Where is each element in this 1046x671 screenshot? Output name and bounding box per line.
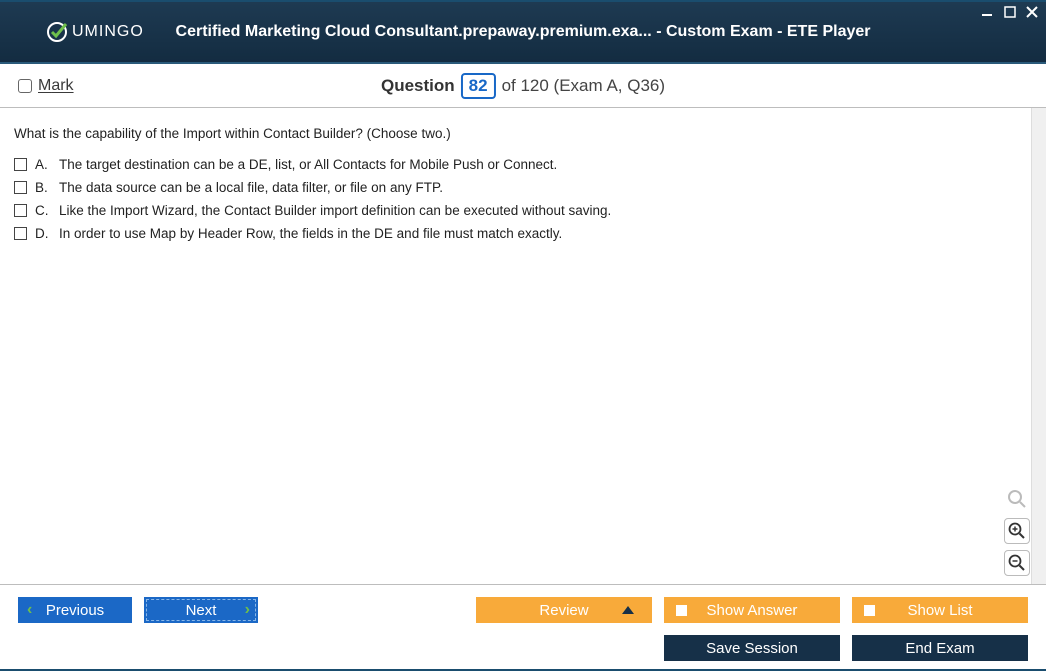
question-header: Mark Question 82 of 120 (Exam A, Q36) [0, 64, 1046, 108]
window-title: Certified Marketing Cloud Consultant.pre… [176, 23, 871, 41]
mark-label: Mark [38, 77, 74, 95]
end-exam-button[interactable]: End Exam [852, 635, 1028, 661]
answer-text: The target destination can be a DE, list… [59, 157, 557, 172]
window-controls [980, 4, 1040, 20]
checkbox-icon [14, 227, 27, 240]
close-button[interactable] [1024, 4, 1040, 20]
chevron-right-icon: › [245, 601, 250, 619]
previous-label: Previous [46, 602, 104, 619]
square-icon [864, 605, 875, 616]
answer-option[interactable]: A. The target destination can be a DE, li… [14, 157, 1017, 172]
question-of-text: of 120 (Exam A, Q36) [502, 76, 665, 96]
logo-text: UMINGO [72, 23, 144, 41]
zoom-out-button[interactable] [1004, 550, 1030, 576]
answer-option[interactable]: B. The data source can be a local file, d… [14, 180, 1017, 195]
titlebar: UMINGO Certified Marketing Cloud Consult… [0, 2, 1046, 64]
button-row-1: ‹ Previous Next › Review Show Answer Sho… [0, 585, 1046, 627]
save-session-button[interactable]: Save Session [664, 635, 840, 661]
minimize-button[interactable] [980, 4, 996, 20]
show-answer-label: Show Answer [707, 602, 798, 619]
content-area: What is the capability of the Import wit… [0, 108, 1046, 585]
next-button[interactable]: Next › [144, 597, 258, 623]
question-label: Question [381, 76, 455, 96]
answer-letter: D. [35, 226, 51, 241]
show-list-label: Show List [907, 602, 972, 619]
zoom-tools [1004, 486, 1030, 576]
square-icon [676, 605, 687, 616]
end-exam-label: End Exam [905, 640, 974, 657]
next-label: Next [186, 602, 217, 619]
previous-button[interactable]: ‹ Previous [18, 597, 132, 623]
search-icon[interactable] [1004, 486, 1030, 512]
answer-option[interactable]: C. Like the Import Wizard, the Contact Bu… [14, 203, 1017, 218]
save-session-label: Save Session [706, 640, 798, 657]
triangle-up-icon [622, 606, 634, 614]
review-button[interactable]: Review [476, 597, 652, 623]
show-list-button[interactable]: Show List [852, 597, 1028, 623]
answers-list: A. The target destination can be a DE, li… [14, 157, 1017, 241]
logo: UMINGO [46, 21, 144, 43]
question-number: 82 [461, 73, 496, 99]
checkbox-icon [14, 181, 27, 194]
answer-option[interactable]: D. In order to use Map by Header Row, the… [14, 226, 1017, 241]
logo-checkmark-icon [46, 21, 68, 43]
checkbox-icon [14, 204, 27, 217]
answer-letter: C. [35, 203, 51, 218]
scrollbar[interactable] [1031, 108, 1046, 584]
question-content: What is the capability of the Import wit… [0, 108, 1031, 584]
question-text: What is the capability of the Import wit… [14, 126, 1017, 141]
chevron-left-icon: ‹ [27, 601, 32, 619]
maximize-button[interactable] [1002, 4, 1018, 20]
question-info: Question 82 of 120 (Exam A, Q36) [381, 73, 665, 99]
answer-letter: A. [35, 157, 51, 172]
mark-checkbox[interactable]: Mark [18, 77, 74, 95]
checkbox-icon [14, 158, 27, 171]
answer-text: Like the Import Wizard, the Contact Buil… [59, 203, 611, 218]
answer-letter: B. [35, 180, 51, 195]
answer-text: The data source can be a local file, dat… [59, 180, 443, 195]
button-row-2: Save Session End Exam [0, 627, 1046, 669]
app-window: UMINGO Certified Marketing Cloud Consult… [0, 0, 1046, 671]
answer-text: In order to use Map by Header Row, the f… [59, 226, 562, 241]
checkbox-icon [18, 79, 32, 93]
show-answer-button[interactable]: Show Answer [664, 597, 840, 623]
zoom-in-button[interactable] [1004, 518, 1030, 544]
review-label: Review [539, 602, 588, 619]
